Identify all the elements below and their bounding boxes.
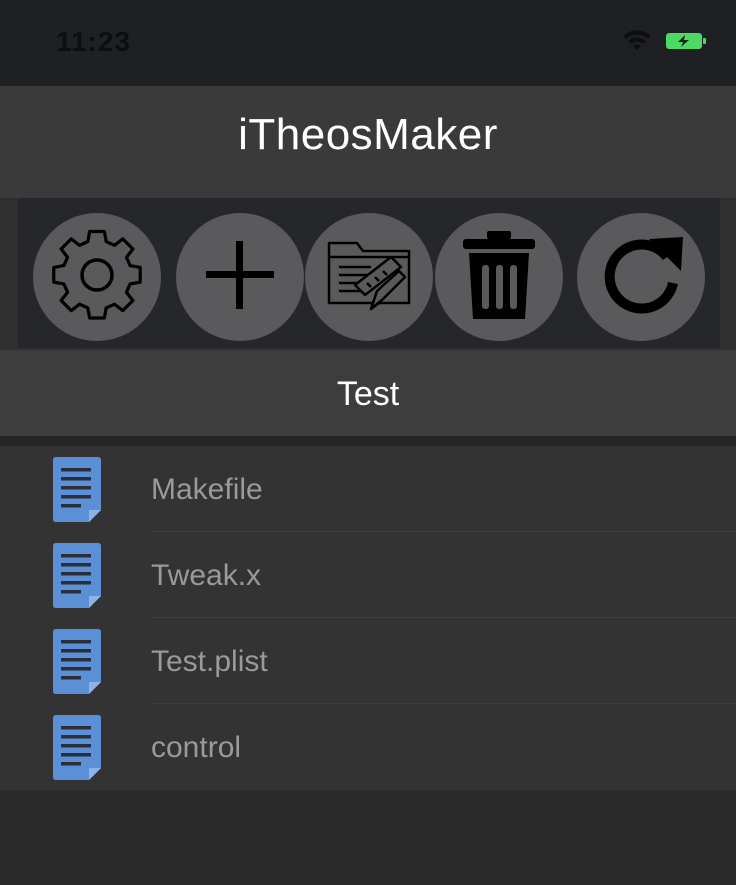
empty-area bbox=[0, 790, 736, 885]
document-icon bbox=[51, 628, 103, 701]
edit-project-button[interactable] bbox=[305, 213, 433, 341]
plus-icon bbox=[200, 235, 280, 320]
status-time: 11:23 bbox=[56, 26, 132, 57]
divider bbox=[0, 436, 736, 446]
add-button[interactable] bbox=[176, 213, 304, 341]
settings-button[interactable] bbox=[33, 213, 161, 341]
refresh-icon bbox=[593, 227, 689, 328]
status-bar: 11:23 bbox=[0, 0, 736, 86]
file-row-tweak[interactable]: Tweak.x bbox=[0, 532, 736, 618]
wifi-icon bbox=[622, 30, 652, 57]
status-icons bbox=[622, 30, 708, 57]
file-row-control[interactable]: control bbox=[0, 704, 736, 790]
project-title: Test bbox=[336, 375, 400, 413]
file-name: Test.plist bbox=[151, 645, 268, 678]
refresh-button[interactable] bbox=[577, 213, 705, 341]
battery-charging-icon bbox=[666, 31, 708, 56]
file-name: Tweak.x bbox=[151, 559, 262, 592]
file-row-plist[interactable]: Test.plist bbox=[0, 618, 736, 704]
app-screen: 11:23 iTheosMaker Test Makefile Tweak.x … bbox=[0, 0, 736, 885]
document-icon bbox=[51, 456, 103, 529]
file-name: Makefile bbox=[151, 473, 263, 506]
file-name: control bbox=[151, 731, 242, 764]
file-list: Makefile Tweak.x Test.plist control bbox=[0, 446, 736, 790]
gear-icon bbox=[41, 219, 153, 336]
folder-edit-icon bbox=[321, 227, 417, 328]
app-title: iTheosMaker bbox=[238, 110, 498, 159]
document-icon bbox=[51, 542, 103, 615]
file-row-makefile[interactable]: Makefile bbox=[0, 446, 736, 532]
trash-icon bbox=[457, 227, 541, 328]
delete-button[interactable] bbox=[435, 213, 563, 341]
document-icon bbox=[51, 714, 103, 787]
